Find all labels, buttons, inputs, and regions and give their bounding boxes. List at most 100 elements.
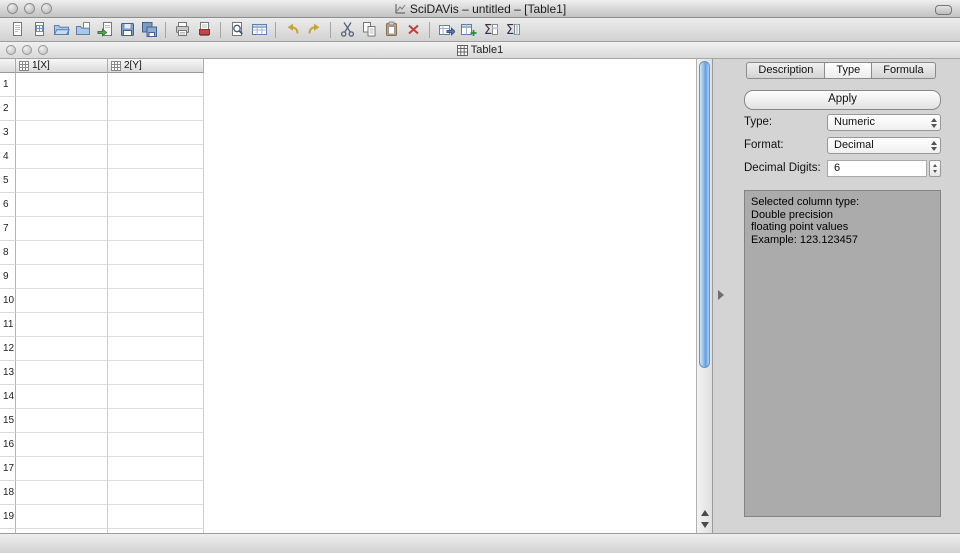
panel-collapse-button[interactable] xyxy=(714,287,728,303)
row-header[interactable]: 11 xyxy=(0,313,16,337)
vertical-scrollbar[interactable] xyxy=(696,59,712,533)
row-header[interactable]: 18 xyxy=(0,481,16,505)
decimal-digits-input[interactable]: 6 xyxy=(827,160,927,177)
table-cell[interactable] xyxy=(16,385,108,409)
row-header[interactable]: 17 xyxy=(0,457,16,481)
apply-button[interactable]: Apply xyxy=(744,90,941,110)
row-header[interactable]: 15 xyxy=(0,409,16,433)
undo-button[interactable] xyxy=(281,20,303,40)
table-cell[interactable] xyxy=(16,289,108,313)
table-cell[interactable] xyxy=(16,193,108,217)
table-cell[interactable] xyxy=(108,241,204,265)
table-view-button[interactable] xyxy=(248,20,270,40)
tab-formula[interactable]: Formula xyxy=(872,62,935,79)
copy-button[interactable] xyxy=(358,20,380,40)
table-row: 12 xyxy=(0,337,712,361)
table-row: 16 xyxy=(0,433,712,457)
table-cell[interactable] xyxy=(16,457,108,481)
table-cell[interactable] xyxy=(16,481,108,505)
column-header[interactable]: 2[Y] xyxy=(108,59,204,73)
table-cell[interactable] xyxy=(108,193,204,217)
corner-header[interactable] xyxy=(0,59,16,73)
type-select[interactable]: Numeric xyxy=(827,114,941,131)
row-header[interactable]: 6 xyxy=(0,193,16,217)
row-header[interactable]: 16 xyxy=(0,433,16,457)
table-cell[interactable] xyxy=(16,313,108,337)
table-cell[interactable] xyxy=(108,289,204,313)
format-select[interactable]: Decimal xyxy=(827,137,941,154)
table-cell[interactable] xyxy=(108,217,204,241)
table-cell[interactable] xyxy=(108,145,204,169)
tab-description[interactable]: Description xyxy=(746,62,825,79)
table-cell[interactable] xyxy=(16,433,108,457)
table-cell[interactable] xyxy=(108,505,204,529)
find-button[interactable] xyxy=(226,20,248,40)
decimal-digits-stepper[interactable] xyxy=(929,160,941,177)
table-cell[interactable] xyxy=(16,361,108,385)
row-header[interactable]: 12 xyxy=(0,337,16,361)
redo-icon xyxy=(306,21,323,38)
row-header[interactable]: 7 xyxy=(0,217,16,241)
redo-button[interactable] xyxy=(303,20,325,40)
table-cell[interactable] xyxy=(16,505,108,529)
import-ascii-button[interactable] xyxy=(94,20,116,40)
print-button[interactable] xyxy=(171,20,193,40)
row-header[interactable]: 19 xyxy=(0,505,16,529)
table-cell[interactable] xyxy=(108,481,204,505)
toolbar-toggle-button[interactable] xyxy=(935,5,952,15)
table-cell[interactable] xyxy=(108,265,204,289)
row-header[interactable]: 3 xyxy=(0,121,16,145)
table-cell[interactable] xyxy=(108,169,204,193)
table-cell[interactable] xyxy=(16,409,108,433)
table-cell[interactable] xyxy=(16,337,108,361)
table-cell[interactable] xyxy=(108,385,204,409)
scrollbar-up-button[interactable] xyxy=(697,510,712,516)
export-pdf-button[interactable] xyxy=(193,20,215,40)
table-cell[interactable] xyxy=(16,121,108,145)
row-header[interactable]: 4 xyxy=(0,145,16,169)
row-header[interactable]: 1 xyxy=(0,73,16,97)
row-header[interactable]: 9 xyxy=(0,265,16,289)
open-project-button[interactable] xyxy=(50,20,72,40)
table-cell[interactable] xyxy=(16,241,108,265)
table-cell[interactable] xyxy=(108,361,204,385)
table-cell[interactable] xyxy=(108,313,204,337)
recalculate-button[interactable] xyxy=(435,20,457,40)
table-cell[interactable] xyxy=(108,97,204,121)
table-cell[interactable] xyxy=(16,265,108,289)
table-cell[interactable] xyxy=(108,409,204,433)
row-header[interactable]: 13 xyxy=(0,361,16,385)
table-cell[interactable] xyxy=(16,217,108,241)
paste-button[interactable] xyxy=(380,20,402,40)
column-header[interactable]: 1[X] xyxy=(16,59,108,73)
row-header[interactable]: 5 xyxy=(0,169,16,193)
table-cell[interactable] xyxy=(108,457,204,481)
row-statistics-button[interactable]: Σ xyxy=(479,20,501,40)
new-table-button[interactable] xyxy=(28,20,50,40)
open-template-icon xyxy=(75,21,92,38)
scrollbar-thumb[interactable] xyxy=(699,61,710,368)
table-cell[interactable] xyxy=(108,73,204,97)
open-template-button[interactable] xyxy=(72,20,94,40)
decimal-digits-row: Decimal Digits: 6 xyxy=(730,160,952,177)
save-all-button[interactable] xyxy=(138,20,160,40)
delete-selection-button[interactable] xyxy=(402,20,424,40)
cut-button[interactable] xyxy=(336,20,358,40)
column-statistics-button[interactable]: Σ xyxy=(501,20,523,40)
row-header[interactable]: 8 xyxy=(0,241,16,265)
scrollbar-down-button[interactable] xyxy=(697,522,712,528)
row-header[interactable]: 14 xyxy=(0,385,16,409)
row-header[interactable]: 2 xyxy=(0,97,16,121)
table-cell[interactable] xyxy=(16,145,108,169)
table-cell[interactable] xyxy=(16,169,108,193)
save-project-button[interactable] xyxy=(116,20,138,40)
row-header[interactable]: 10 xyxy=(0,289,16,313)
table-cell[interactable] xyxy=(108,433,204,457)
add-column-button[interactable] xyxy=(457,20,479,40)
tab-type[interactable]: Type xyxy=(825,62,872,79)
table-cell[interactable] xyxy=(108,337,204,361)
table-cell[interactable] xyxy=(16,73,108,97)
new-project-button[interactable] xyxy=(6,20,28,40)
table-cell[interactable] xyxy=(16,97,108,121)
table-cell[interactable] xyxy=(108,121,204,145)
